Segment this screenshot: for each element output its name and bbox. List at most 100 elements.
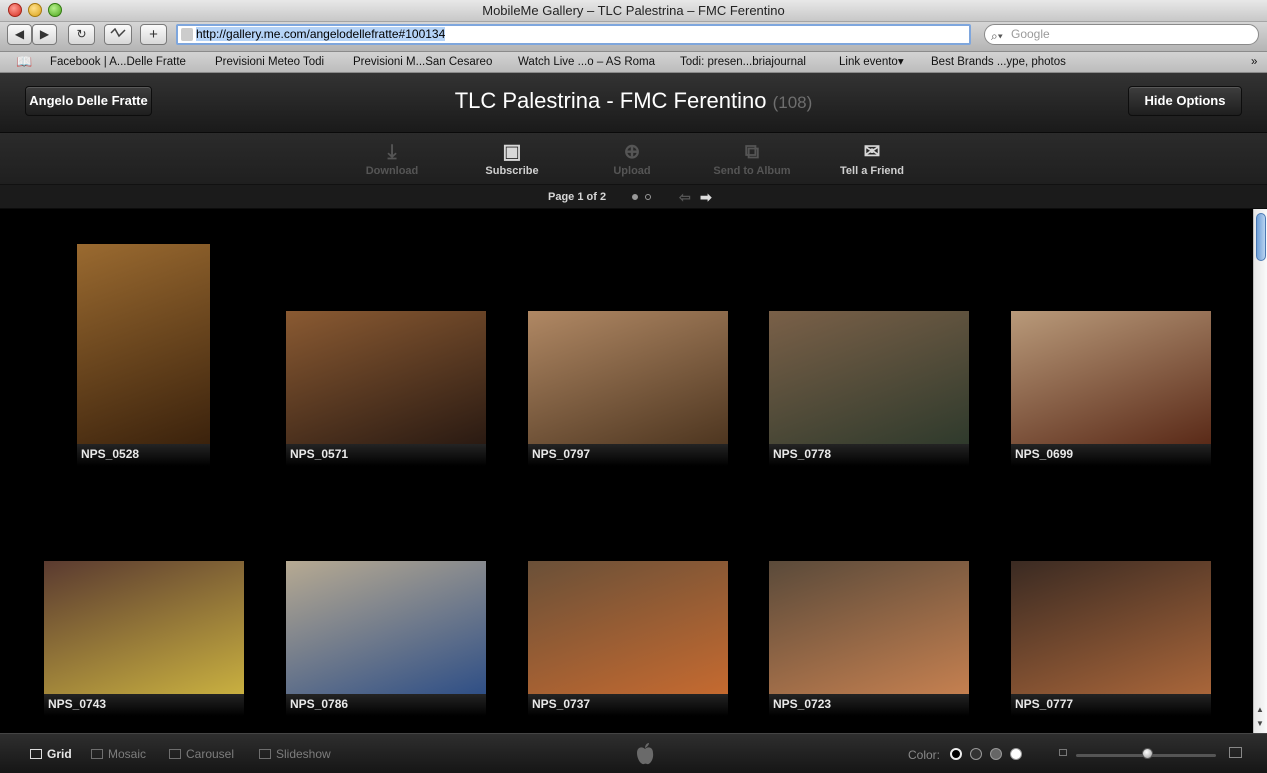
bookmark-item[interactable]: Watch Live ...o – AS Roma: [518, 52, 655, 72]
minimize-window-button[interactable]: [28, 3, 42, 17]
address-bar[interactable]: http://gallery.me.com/angelodellefratte#…: [176, 24, 971, 45]
send-to-album-label: Send to Album: [713, 165, 791, 177]
color-swatch-gray[interactable]: [990, 748, 1002, 760]
carousel-view-label: Carousel: [186, 747, 235, 761]
reload-button[interactable]: ↻: [68, 24, 95, 45]
subscribe-icon: ▣: [502, 141, 522, 163]
back-arrow-icon: ◀: [14, 27, 25, 41]
download-label: Download: [365, 165, 419, 177]
album-actions-bar: ⤓ Download ▣ Subscribe ⊕ Upload ⧉ Send t…: [0, 133, 1267, 185]
photo-caption: NPS_0743: [48, 697, 107, 711]
upload-label: Upload: [613, 165, 651, 177]
mosaic-icon: [91, 749, 103, 759]
hide-options-button[interactable]: Hide Options: [1128, 86, 1242, 116]
add-bookmark-button[interactable]: +: [140, 24, 167, 45]
photo-caption: NPS_0786: [290, 697, 349, 711]
photo-caption: NPS_0777: [1015, 697, 1074, 711]
scrollbar-thumb[interactable]: [1256, 213, 1266, 261]
upload-button[interactable]: ⊕ Upload: [587, 139, 677, 177]
tell-a-friend-button[interactable]: ✉ Tell a Friend: [827, 139, 917, 177]
search-icon: ⌕▾: [991, 29, 1003, 43]
color-swatch-dark-gray[interactable]: [970, 748, 982, 760]
download-button[interactable]: ⤓ Download: [347, 139, 437, 177]
scroll-down-icon[interactable]: ▼: [1256, 719, 1264, 728]
mosaic-view-button[interactable]: Mosaic: [91, 747, 146, 761]
bookmark-item[interactable]: Previsioni M...San Cesareo: [353, 52, 492, 72]
small-thumbnail-icon: [1059, 749, 1067, 756]
scroll-up-icon[interactable]: ▲: [1256, 705, 1264, 714]
photo-caption: NPS_0797: [532, 447, 591, 461]
photo-thumbnail[interactable]: [1011, 561, 1211, 694]
bookmark-item[interactable]: Facebook | A...Delle Fratte: [50, 52, 186, 72]
subscribe-button[interactable]: ▣ Subscribe: [467, 139, 557, 177]
slider-knob[interactable]: [1142, 748, 1153, 759]
photo-thumbnail[interactable]: [1011, 311, 1211, 444]
forward-button[interactable]: ▶: [32, 24, 57, 45]
photo-thumbnail[interactable]: [286, 561, 486, 694]
photo-thumbnail[interactable]: [769, 561, 969, 694]
photo-count: (108): [772, 93, 813, 112]
search-placeholder: Google: [1011, 27, 1050, 41]
tell-a-friend-label: Tell a Friend: [840, 165, 904, 177]
bookmarks-overflow-icon[interactable]: »: [1251, 52, 1257, 72]
pager-bar: Page 1 of 2 ⇦ ➡: [0, 185, 1267, 209]
album-name: TLC Palestrina - FMC Ferentino: [454, 88, 767, 113]
photo-thumbnail[interactable]: [769, 311, 969, 444]
browser-toolbar: ◀ ▶ ↻ + http://gallery.me.com/angelodell…: [0, 22, 1267, 52]
close-window-button[interactable]: [8, 3, 22, 17]
slideshow-view-label: Slideshow: [276, 747, 331, 761]
reload-icon: ↻: [76, 27, 87, 41]
mail-icon: ✉: [863, 141, 881, 163]
carousel-icon: [169, 749, 181, 759]
next-page-icon[interactable]: ➡: [700, 185, 712, 209]
apple-logo-icon: [637, 743, 654, 765]
upload-icon: ⊕: [623, 141, 641, 163]
photo-thumbnail[interactable]: [77, 244, 210, 444]
photo-grid: NPS_0528 NPS_0571 NPS_0797 NPS_0778 NPS_…: [0, 209, 1253, 733]
photo-thumbnail[interactable]: [44, 561, 244, 694]
back-button[interactable]: ◀: [7, 24, 32, 45]
photo-caption: NPS_0699: [1015, 447, 1074, 461]
bookmark-item[interactable]: Best Brands ...ype, photos: [931, 52, 1066, 72]
bookmark-item[interactable]: Todi: presen...briajournal: [680, 52, 806, 72]
page-indicator: Page 1 of 2: [548, 191, 607, 203]
color-swatch-white[interactable]: [1010, 748, 1022, 760]
photo-caption: NPS_0723: [773, 697, 832, 711]
snapback-icon: [110, 27, 126, 38]
photo-caption: NPS_0737: [532, 697, 591, 711]
photo-caption: NPS_0528: [81, 447, 140, 461]
window-titlebar: MobileMe Gallery – TLC Palestrina – FMC …: [0, 0, 1267, 22]
bookmarks-book-icon[interactable]: 📖: [16, 52, 32, 72]
color-swatch-black[interactable]: [950, 748, 962, 760]
grid-view-label: Grid: [47, 747, 72, 761]
bookmark-item[interactable]: Previsioni Meteo Todi: [215, 52, 324, 72]
page-scrollbar[interactable]: ▲ ▼: [1253, 209, 1267, 733]
view-options-bar: Grid Mosaic Carousel Slideshow Color:: [0, 733, 1267, 773]
slideshow-view-button[interactable]: Slideshow: [259, 747, 331, 761]
zoom-window-button[interactable]: [48, 3, 62, 17]
previous-page-icon[interactable]: ⇦: [679, 185, 691, 209]
mosaic-view-label: Mosaic: [108, 747, 147, 761]
carousel-view-button[interactable]: Carousel: [169, 747, 234, 761]
page-dot-2[interactable]: [645, 194, 651, 200]
page-favicon-icon: [181, 28, 193, 41]
send-icon: ⧉: [744, 141, 760, 163]
photo-thumbnail[interactable]: [528, 311, 728, 444]
send-to-album-button[interactable]: ⧉ Send to Album: [707, 139, 797, 177]
photo-thumbnail[interactable]: [528, 561, 728, 694]
window-title: MobileMe Gallery – TLC Palestrina – FMC …: [482, 3, 785, 18]
grid-view-button[interactable]: Grid: [30, 747, 72, 761]
download-icon: ⤓: [387, 141, 397, 163]
subscribe-label: Subscribe: [485, 165, 539, 177]
page-dot-1[interactable]: [632, 194, 638, 200]
color-label: Color:: [908, 748, 941, 762]
address-url: http://gallery.me.com/angelodellefratte#…: [196, 27, 446, 41]
large-thumbnail-icon: [1229, 747, 1242, 758]
bookmarks-bar: 📖 Facebook | A...Delle Fratte Previsioni…: [0, 52, 1267, 73]
photo-thumbnail[interactable]: [286, 311, 486, 444]
search-field[interactable]: ⌕▾ Google: [984, 24, 1259, 45]
gallery-header: Angelo Delle Fratte TLC Palestrina - FMC…: [0, 73, 1267, 133]
bookmark-folder[interactable]: Link evento▾: [839, 52, 904, 72]
photo-caption: NPS_0778: [773, 447, 832, 461]
snapback-button[interactable]: [104, 24, 132, 45]
